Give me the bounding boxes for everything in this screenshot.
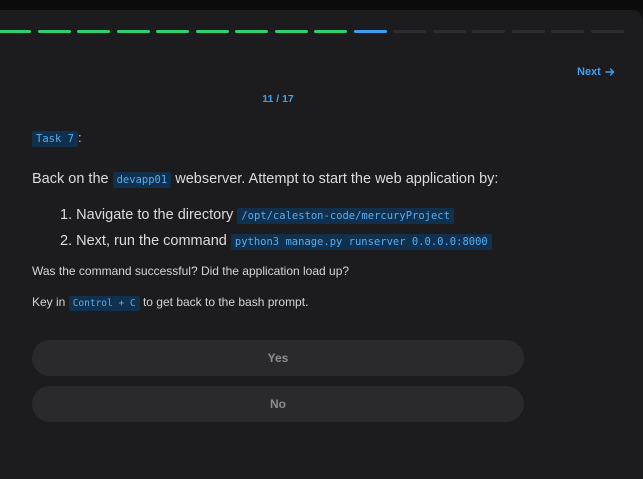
step-text: Navigate to the directory [76, 207, 234, 223]
question-text: Was the command successful? Did the appl… [32, 264, 350, 278]
progress-segment-todo [511, 30, 545, 33]
task-heading: Task 7: [32, 130, 82, 147]
progress-segment-done [195, 30, 229, 33]
progress-segment-current [353, 30, 387, 33]
intro-after: webserver. Attempt to start the web appl… [175, 171, 499, 187]
progress-segment-done [274, 30, 308, 33]
intro-before: Back on the [32, 171, 109, 187]
progress-segment-todo [432, 30, 466, 33]
progress-segment-todo [551, 30, 584, 33]
keyin-before: Key in [32, 295, 66, 309]
step-code: /opt/caleston-code/mercuryProject [237, 208, 454, 224]
next-label: Next [577, 66, 601, 78]
progress-segment-todo [590, 30, 624, 33]
step-code: python3 manage.py runserver 0.0.0.0:8000 [230, 234, 492, 250]
steps-list: 1. Navigate to the directory /opt/calest… [60, 206, 492, 258]
keyin-after: to get back to the bash prompt. [142, 295, 309, 309]
progress-segment-todo [393, 30, 426, 33]
step-number: 2. [60, 233, 73, 249]
step-item: 1. Navigate to the directory /opt/calest… [60, 206, 492, 232]
answer-no-button[interactable]: No [32, 386, 524, 422]
progress-segment-done [235, 30, 268, 33]
quiz-panel: Next 11 / 17 Task 7: Back on the devapp0… [0, 10, 643, 479]
task-suffix: : [77, 130, 82, 145]
next-button[interactable]: Next [577, 66, 615, 78]
keyin-code: Control + C [68, 296, 140, 311]
host-code: devapp01 [112, 172, 172, 188]
progress-segment-done [77, 30, 110, 33]
progress-segment-done [0, 30, 31, 33]
step-number: 1. [60, 207, 73, 223]
answer-yes-button[interactable]: Yes [32, 340, 524, 376]
progress-segment-done [156, 30, 189, 33]
progress-segment-done [37, 30, 71, 33]
task-label: Task 7 [32, 131, 78, 147]
question-counter: 11 / 17 [262, 93, 294, 105]
step-item: 2. Next, run the command python3 manage.… [60, 232, 492, 258]
progress-segment-done [314, 30, 347, 33]
progress-segment-todo [472, 30, 505, 33]
arrow-right-icon [605, 67, 615, 77]
intro-text: Back on the devapp01 webserver. Attempt … [32, 171, 499, 188]
top-strip [0, 0, 643, 10]
progress-bar [0, 30, 624, 33]
keyin-text: Key in Control + C to get back to the ba… [32, 295, 309, 311]
progress-segment-done [116, 30, 150, 33]
step-text: Next, run the command [76, 233, 227, 249]
